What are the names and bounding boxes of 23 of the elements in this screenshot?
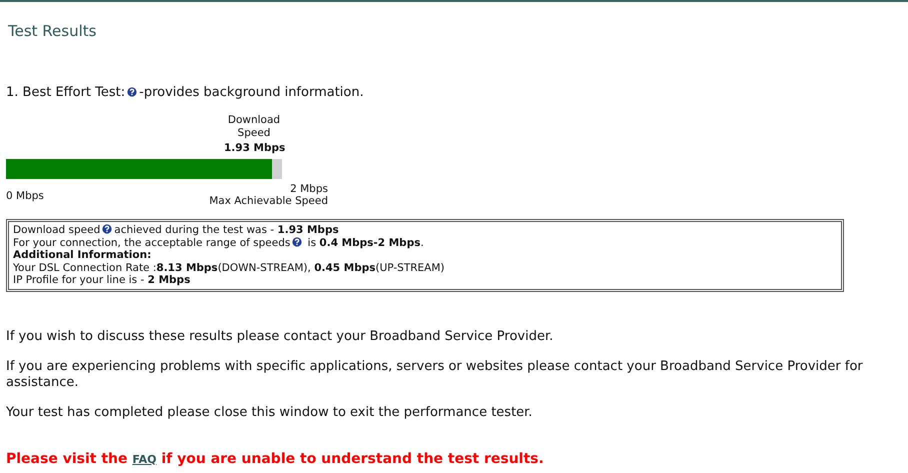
test-heading: -provides background information. <box>139 85 364 100</box>
max-label: 2 Mbps <box>289 183 328 195</box>
info-paragraph: Your test has completed please close this window to exit the performance tester. <box>6 404 534 420</box>
info-paragraph: If you are experiencing problems with specific applications, servers or websites please contact your Broadband Service Provider for assistance. <box>6 358 864 390</box>
info-text: For your connection, the acceptable range of speeds <box>13 236 290 248</box>
page-title: Test Results <box>8 22 98 42</box>
meter-value: 1.93 Mbps <box>224 142 286 155</box>
help-icon[interactable] <box>127 87 138 97</box>
help-icon[interactable] <box>102 224 112 234</box>
info-text: achieved during the test was - 1.93 Mbps <box>114 224 339 236</box>
info-text: Your DSL Connection Rate :8.13 Mbps(DOWN-STREAM), 0.45 Mbps(UP-STREAM) <box>13 262 445 274</box>
info-text: IP Profile for your line is - 2 Mbps <box>13 274 190 286</box>
min-label: 0 Mbps <box>6 190 44 204</box>
faq-link[interactable]: FAQ <box>132 452 156 466</box>
help-icon[interactable] <box>292 236 302 246</box>
info-paragraph: If you wish to discuss these results please contact your Broadband Service Provider. <box>6 328 554 344</box>
info-heading: Additional Information: <box>13 249 152 261</box>
faq-notice: Please visit the FAQ if you are unable to understand the test results. <box>6 450 545 468</box>
info-text: is 0.4 Mbps-2 Mbps. <box>306 236 424 248</box>
info-text: Download speed <box>13 224 100 236</box>
meter-label: Download Speed <box>226 114 282 140</box>
test-heading: 1. Best Effort Test: <box>6 85 126 100</box>
max-caption: Max Achievable Speed <box>209 195 328 207</box>
